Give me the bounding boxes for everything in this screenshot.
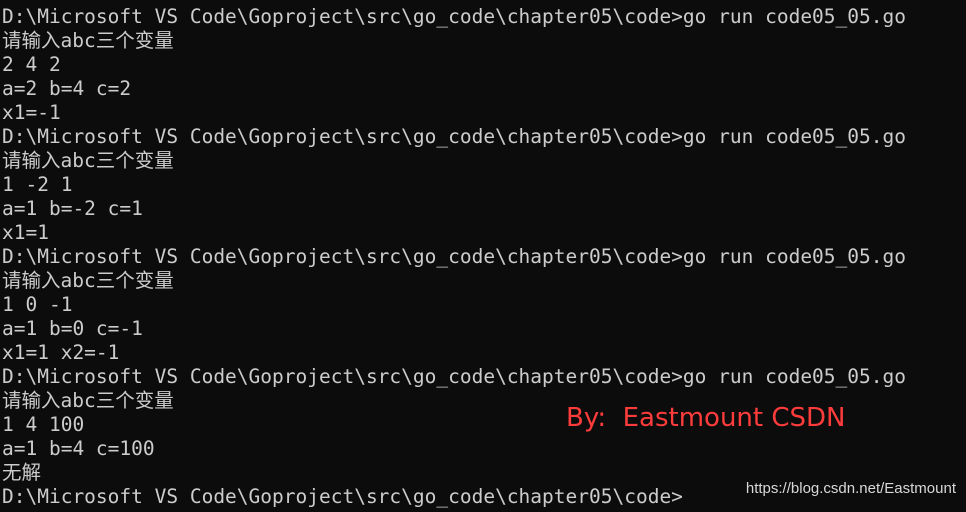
line-text: 请输入abc三个变量 bbox=[2, 29, 174, 52]
line-text: x1=-1 bbox=[2, 101, 61, 124]
command-line: D:\Microsoft VS Code\Goproject\src\go_co… bbox=[2, 5, 964, 29]
output-line: a=1 b=-2 c=1 bbox=[2, 197, 964, 221]
output-line: x1=1 bbox=[2, 221, 964, 245]
line-text: 2 4 2 bbox=[2, 53, 61, 76]
line-text: a=1 b=0 c=-1 bbox=[2, 317, 143, 340]
output-line: 请输入abc三个变量 bbox=[2, 269, 964, 293]
line-text: a=1 b=4 c=100 bbox=[2, 437, 155, 460]
line-text: 无解 bbox=[2, 461, 42, 484]
output-line: x1=-1 bbox=[2, 101, 964, 125]
output-line: a=1 b=4 c=100 bbox=[2, 437, 964, 461]
line-text: 请输入abc三个变量 bbox=[2, 269, 174, 292]
line-text: 1 4 100 bbox=[2, 413, 85, 436]
line-text: 1 0 -1 bbox=[2, 293, 73, 316]
output-line: a=2 b=4 c=2 bbox=[2, 77, 964, 101]
output-line: 请输入abc三个变量 bbox=[2, 149, 964, 173]
line-text: 请输入abc三个变量 bbox=[2, 149, 174, 172]
line-text: D:\Microsoft VS Code\Goproject\src\go_co… bbox=[2, 365, 906, 388]
watermark: https://blog.csdn.net/Eastmount bbox=[745, 480, 956, 497]
line-text: a=1 b=-2 c=1 bbox=[2, 197, 143, 220]
line-text: D:\Microsoft VS Code\Goproject\src\go_co… bbox=[2, 5, 906, 28]
line-text: a=2 b=4 c=2 bbox=[2, 77, 132, 100]
input-line: 1 -2 1 bbox=[2, 173, 964, 197]
command-line: D:\Microsoft VS Code\Goproject\src\go_co… bbox=[2, 245, 964, 269]
line-text: 1 -2 1 bbox=[2, 173, 73, 196]
output-line: 请输入abc三个变量 bbox=[2, 29, 964, 53]
prompt-text: D:\Microsoft VS Code\Goproject\src\go_co… bbox=[2, 485, 683, 508]
author-byline: By: Eastmount CSDN bbox=[566, 403, 846, 433]
output-line: a=1 b=0 c=-1 bbox=[2, 317, 964, 341]
line-text: 请输入abc三个变量 bbox=[2, 389, 174, 412]
line-text: D:\Microsoft VS Code\Goproject\src\go_co… bbox=[2, 125, 906, 148]
input-line: 2 4 2 bbox=[2, 53, 964, 77]
line-text: x1=1 x2=-1 bbox=[2, 341, 120, 364]
output-line: x1=1 x2=-1 bbox=[2, 341, 964, 365]
command-line: D:\Microsoft VS Code\Goproject\src\go_co… bbox=[2, 125, 964, 149]
input-line: 1 0 -1 bbox=[2, 293, 964, 317]
line-text: x1=1 bbox=[2, 221, 49, 244]
command-line: D:\Microsoft VS Code\Goproject\src\go_co… bbox=[2, 365, 964, 389]
line-text: D:\Microsoft VS Code\Goproject\src\go_co… bbox=[2, 245, 906, 268]
